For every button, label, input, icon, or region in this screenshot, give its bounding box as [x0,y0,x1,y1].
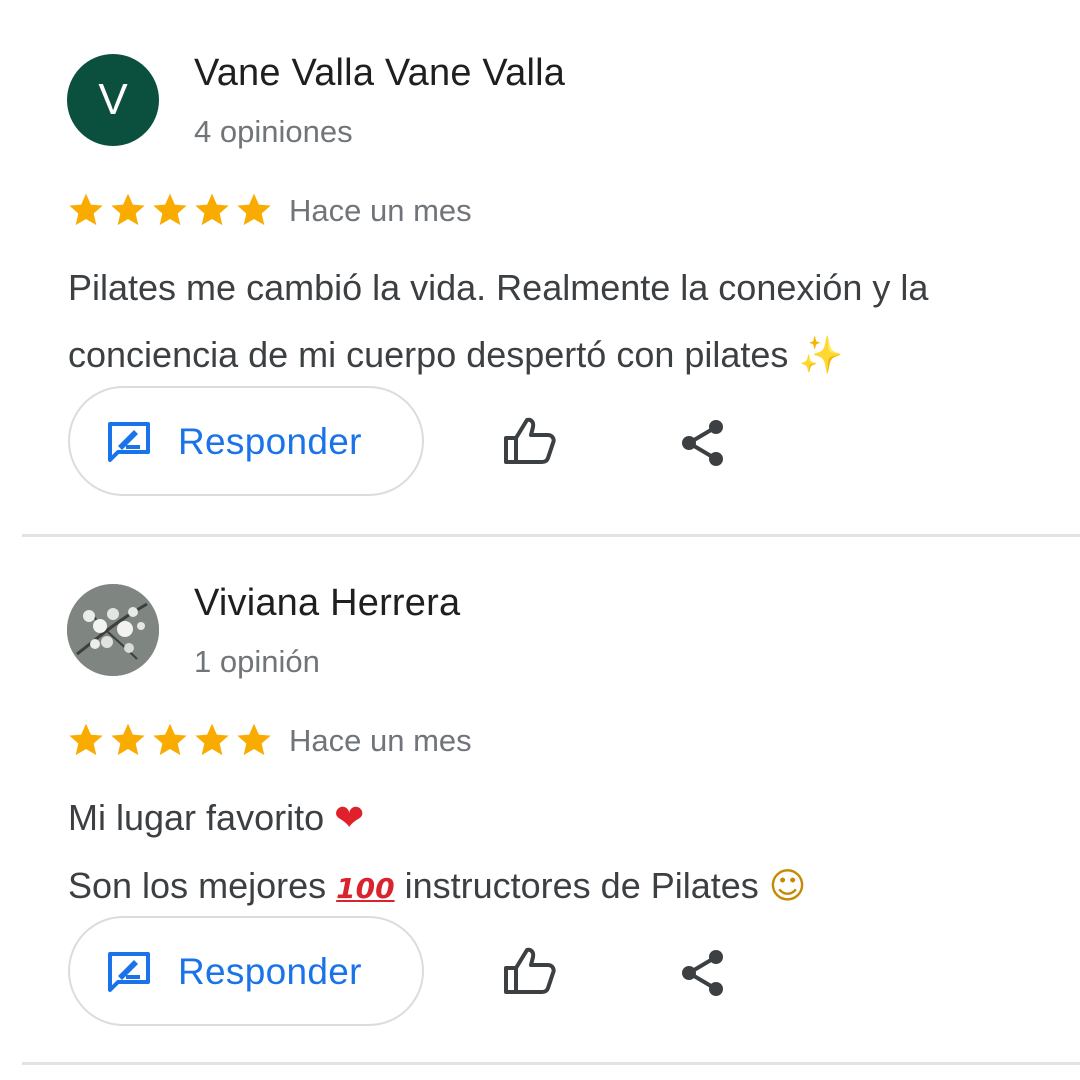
divider [22,1062,1080,1065]
review-time: Hace un mes [289,723,472,758]
star-icon [108,720,148,764]
author-name[interactable]: Vane Valla Vane Valla [194,52,565,95]
review-text: Pilates me cambió la vida. Realmente la … [68,254,1058,389]
star-rating [66,190,274,234]
review-text-fragment: instructores de Pilates [404,865,759,906]
review-time: Hace un mes [289,193,472,228]
star-icon [66,720,106,764]
share-icon[interactable] [680,418,726,468]
thumbs-up-icon[interactable] [500,946,560,996]
star-icon [234,720,274,764]
author-review-count: 4 opiniones [194,114,353,149]
avatar-letter: V [98,75,128,124]
review-text-line: Pilates me cambió la vida. Realmente la … [68,267,929,308]
review-text-fragment: Mi lugar favorito [68,797,325,838]
reply-label: Responder [178,421,362,462]
heart-emoji: ❤ [334,798,365,839]
review-text-fragment: conciencia de mi cuerpo despertó con pil… [68,334,789,375]
star-icon [150,190,190,234]
star-icon [192,190,232,234]
reply-button[interactable]: Responder [68,916,424,1026]
share-icon[interactable] [680,948,726,998]
star-icon [150,720,190,764]
reply-label: Responder [178,951,362,992]
review-text-line: Mi lugar favorito ❤ [68,784,1058,852]
review-text-line: conciencia de mi cuerpo despertó con pil… [68,321,1058,389]
flower-photo-icon [67,584,159,676]
reply-icon [108,422,150,462]
star-icon [234,190,274,234]
thumbs-up-icon[interactable] [500,416,560,466]
star-icon [108,190,148,234]
reply-icon [108,952,150,992]
hundred-points-emoji: 100 [336,872,395,905]
author-name[interactable]: Viviana Herrera [194,582,460,625]
review-text: Mi lugar favorito ❤ Son los mejores 100 … [68,784,1058,922]
divider [22,534,1080,537]
author-review-count: 1 opinión [194,644,320,679]
review-text-fragment: Son los mejores [68,865,327,906]
flower-photo-avatar[interactable] [67,584,159,676]
star-icon [66,190,106,234]
star-rating [66,720,274,764]
review-text-line: Son los mejores 100 instructores de Pila… [68,852,1058,922]
avatar[interactable]: V [67,54,159,146]
star-icon [192,720,232,764]
smiling-face-emoji: ☺ [768,866,807,907]
reply-button[interactable]: Responder [68,386,424,496]
sparkles-emoji: ✨ [798,335,844,376]
